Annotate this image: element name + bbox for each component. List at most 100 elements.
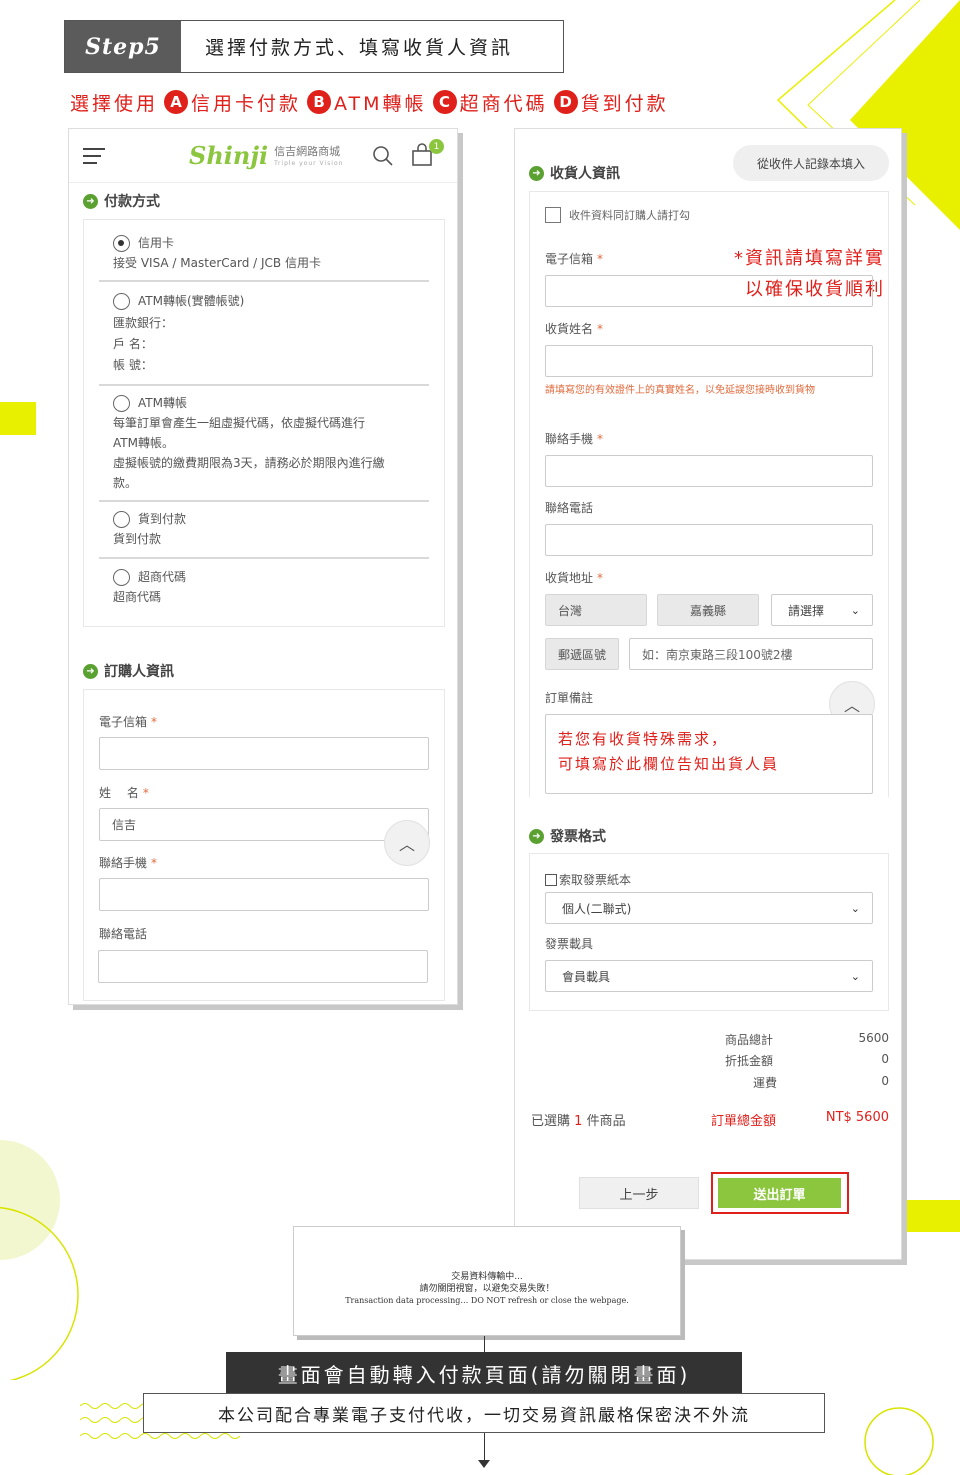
step-tag: Step5 (65, 21, 181, 72)
receiver-phone-label: 聯絡電話 (545, 501, 594, 515)
logo-text: Shinji (189, 141, 269, 170)
processing-line-3: Transaction data processing… DO NOT refr… (345, 1296, 629, 1305)
arrow-circle-icon: ➜ (529, 828, 544, 844)
receiver-address-label: 收貨地址 * (545, 571, 604, 585)
radio-convenience-code[interactable] (113, 568, 130, 586)
option-cod: 貨到付款 (580, 92, 669, 115)
selected-items-count: 已選購 1 件商品 (531, 1114, 626, 1129)
chevron-up-icon: ︿ (843, 696, 860, 715)
buyer-mobile-input[interactable] (99, 878, 429, 911)
submit-order-button[interactable]: 送出訂單 (718, 1178, 841, 1208)
district-select[interactable]: 請選擇 ⌄ (771, 594, 873, 626)
chevron-down-icon: ⌄ (850, 603, 860, 617)
pay-option-convenience-code[interactable]: 超商代碼 超商代碼 (113, 567, 443, 607)
processing-dialog: 交易資料傳輸中... 請勿關閉視窗，以避免交易失敗！ Transaction d… (293, 1226, 681, 1336)
address-input[interactable]: 如：南京東路三段100號2樓 (629, 638, 873, 670)
summary-row-subtotal: 商品總計 5600 (725, 1031, 889, 1047)
pay-option-atm-physical[interactable]: ATM轉帳(實體帳號) 匯款銀行： 戶 名： 帳 號： (113, 291, 443, 375)
auto-redirect-banner: 畫面會自動轉入付款頁面(請勿關閉畫面) (226, 1352, 742, 1394)
receiver-name-input[interactable] (545, 345, 873, 377)
option-convenience-code: 超商代碼 (459, 92, 548, 115)
divider (99, 280, 429, 282)
decor-yellow-block-left (0, 402, 36, 435)
buyer-mobile-label: 聯絡手機 * (99, 856, 158, 870)
payment-section-title: ➜ 付款方式 (83, 191, 160, 211)
buyer-section-title: ➜ 訂購人資訊 (83, 661, 174, 681)
scroll-top-button[interactable]: ︿ (384, 820, 430, 866)
step-header: Step5 選擇付款方式、填寫收貨人資訊 (64, 20, 564, 73)
decor-left-circles (0, 1140, 79, 1380)
shinji-logo[interactable]: Shinji 信吉網路商城 Triple your Vision (189, 141, 343, 170)
receiver-section-title: ➜ 收貨人資訊 (529, 163, 620, 183)
arrow-circle-icon: ➜ (83, 193, 98, 209)
search-icon[interactable] (372, 145, 394, 167)
buyer-name-input[interactable]: 信吉 (99, 808, 429, 841)
left-phone-panel: Shinji 信吉網路商城 Triple your Vision 1 ➜ 付款方… (68, 128, 458, 1005)
option-credit-card: 信用卡付款 (191, 92, 302, 115)
pay-option-credit-card[interactable]: 信用卡 接受 VISA / MasterCard / JCB 信用卡 (113, 233, 443, 273)
buyer-email-label: 電子信箱 * (99, 715, 158, 729)
receiver-name-hint: 請填寫您的有效證件上的真實姓名，以免延誤您接時收到貨物 (545, 385, 815, 396)
processing-line-1: 交易資料傳輸中... (451, 1272, 523, 1282)
county-field: 嘉義縣 (657, 594, 759, 626)
previous-step-button[interactable]: 上一步 (579, 1177, 699, 1209)
fill-from-address-book-button[interactable]: 從收件人記錄本填入 (733, 145, 889, 181)
logo-cn: 信吉網路商城 (274, 145, 341, 158)
hamburger-menu-icon[interactable] (83, 148, 105, 164)
order-total: 訂單總金額 NT$ 5600 (711, 1110, 889, 1129)
invoice-carrier-label: 發票載具 (545, 937, 594, 951)
arrow-down-icon (478, 1460, 490, 1468)
radio-atm-virtual[interactable] (113, 394, 130, 412)
same-as-buyer-checkbox-row[interactable]: 收件資料同訂購人請打勾 (545, 207, 690, 223)
invoice-type-select[interactable]: 個人(二聯式) ⌄ (545, 892, 873, 924)
paper-invoice-checkbox[interactable] (545, 873, 557, 886)
receiver-mobile-input[interactable] (545, 455, 873, 487)
cart-count-badge: 1 (429, 139, 444, 154)
choose-prefix: 選擇使用 (70, 92, 159, 115)
connector-line (484, 1433, 485, 1463)
badge-b: B (307, 90, 332, 114)
buyer-phone-input[interactable] (98, 950, 428, 983)
receiver-email-input[interactable] (545, 275, 873, 307)
divider (99, 384, 429, 386)
option-atm: ATM轉帳 (334, 92, 427, 115)
connector-line (484, 1336, 485, 1352)
order-memo-textarea[interactable]: 若您有收貨特殊需求， 可填寫於此欄位告知出貨人員 (545, 714, 873, 794)
radio-atm-physical[interactable] (113, 292, 130, 310)
site-header: Shinji 信吉網路商城 Triple your Vision 1 (69, 129, 457, 183)
receiver-email-label: 電子信箱 * (545, 252, 604, 266)
logo-sub: Triple your Vision (274, 160, 344, 167)
processing-line-2: 請勿關閉視窗，以避免交易失敗！ (419, 1284, 555, 1294)
country-field: 台灣 (545, 594, 647, 626)
receiver-mobile-label: 聯絡手機 * (545, 432, 604, 446)
paper-invoice-checkbox-row[interactable]: 索取發票紙本 (545, 871, 631, 888)
receiver-name-label: 收貨姓名 * (545, 322, 604, 336)
same-as-buyer-checkbox[interactable] (545, 207, 561, 223)
buyer-email-input[interactable] (99, 737, 429, 770)
order-memo-label: 訂單備註 (545, 691, 594, 705)
divider (99, 500, 429, 502)
summary-row-shipping: 運費 0 (753, 1074, 889, 1090)
divider (99, 557, 429, 559)
payment-options-line: 選擇使用 A 信用卡付款 B ATM轉帳 C 超商代碼 D 貨到付款 (70, 88, 669, 116)
badge-c: C (432, 90, 457, 114)
pay-option-atm-virtual[interactable]: ATM轉帳 每筆訂單會產生一組虛擬代碼，依虛擬代碼進行 ATM轉帳。 虛擬帳號的… (113, 393, 443, 493)
buyer-name-label: 姓 名 * (99, 786, 149, 800)
step-title: 選擇付款方式、填寫收貨人資訊 (205, 37, 514, 59)
invoice-carrier-select[interactable]: 會員載具 ⌄ (545, 960, 873, 992)
receiver-phone-input[interactable] (545, 524, 873, 556)
arrow-circle-icon: ➜ (83, 663, 98, 679)
zip-field: 郵遞區號 (545, 638, 619, 670)
security-notice: 本公司配合專業電子支付代收，一切交易資訊嚴格保密決不外流 (143, 1393, 825, 1433)
chevron-down-icon: ⌄ (850, 969, 860, 983)
radio-credit-card[interactable] (113, 234, 130, 252)
pay-option-cod[interactable]: 貨到付款 貨到付款 (113, 509, 443, 549)
summary-row-discount: 折抵金額 0 (725, 1052, 889, 1068)
decor-right-circle (864, 1407, 934, 1475)
chevron-up-icon: ︿ (398, 835, 415, 854)
badge-d: D (553, 90, 578, 114)
chevron-down-icon: ⌄ (850, 901, 860, 915)
right-phone-panel: ➜ 收貨人資訊 從收件人記錄本填入 收件資料同訂購人請打勾 電子信箱 * *資訊請… (514, 128, 902, 1260)
radio-cod[interactable] (113, 510, 130, 528)
invoice-section-title: ➜ 發票格式 (529, 826, 606, 846)
